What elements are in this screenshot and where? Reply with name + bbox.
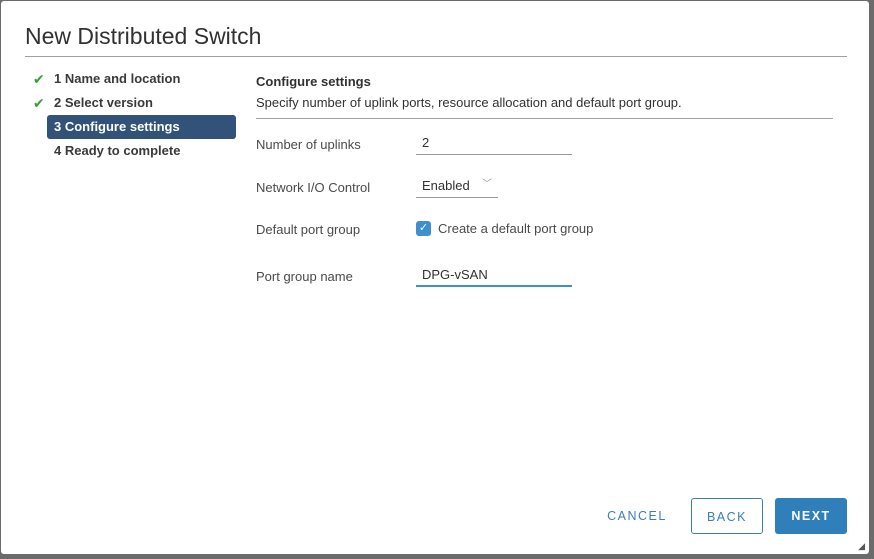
port-group-name-row: Port group name	[256, 263, 833, 291]
resize-grip-icon[interactable]: ◢	[858, 541, 865, 552]
nioc-value: Enabled	[422, 178, 470, 193]
step-label: 3 Configure settings	[54, 119, 180, 134]
cancel-button[interactable]: CANCEL	[594, 498, 680, 534]
nioc-label: Network I/O Control	[256, 180, 371, 195]
step-select-version[interactable]: ✔ 2 Select version	[30, 91, 240, 115]
checkbox-checked-icon: ✓	[416, 220, 431, 236]
nioc-row: Network I/O Control Enabled ﹀	[256, 174, 833, 202]
wizard-steps: ✔ 1 Name and location ✔ 2 Select version…	[30, 67, 240, 163]
dialog-title: New Distributed Switch	[25, 23, 262, 49]
step-configure-settings[interactable]: 3 Configure settings	[47, 115, 236, 139]
default-port-group-row: Default port group ✓ Create a default po…	[256, 216, 833, 244]
uplinks-row: Number of uplinks	[256, 131, 833, 159]
new-distributed-switch-dialog: New Distributed Switch ✔ 1 Name and loca…	[1, 1, 869, 554]
back-button[interactable]: BACK	[691, 498, 763, 534]
section-divider	[256, 118, 833, 119]
step-label: 1 Name and location	[54, 71, 181, 86]
step-content: Configure settings Specify number of upl…	[256, 72, 833, 287]
port-group-name-label: Port group name	[256, 269, 353, 284]
create-default-port-group-checkbox[interactable]: ✓ Create a default port group	[416, 216, 593, 240]
checkbox-label: Create a default port group	[438, 220, 594, 236]
section-title: Configure settings	[256, 74, 371, 89]
next-button[interactable]: NEXT	[775, 498, 847, 534]
port-group-name-input[interactable]	[416, 263, 572, 287]
default-port-group-label: Default port group	[256, 222, 361, 237]
uplinks-label: Number of uplinks	[256, 137, 361, 152]
step-name-and-location[interactable]: ✔ 1 Name and location	[30, 67, 240, 91]
chevron-down-icon: ﹀	[482, 179, 492, 190]
step-label: 4 Ready to complete	[54, 143, 181, 158]
step-label: 2 Select version	[54, 95, 153, 110]
check-icon: ✔	[33, 71, 45, 87]
title-divider	[25, 56, 847, 57]
step-ready-to-complete[interactable]: 4 Ready to complete	[30, 139, 240, 163]
check-icon: ✔	[33, 95, 45, 111]
nioc-select[interactable]: Enabled ﹀	[416, 174, 498, 198]
uplinks-input[interactable]	[416, 131, 572, 155]
section-description: Specify number of uplink ports, resource…	[256, 95, 682, 110]
